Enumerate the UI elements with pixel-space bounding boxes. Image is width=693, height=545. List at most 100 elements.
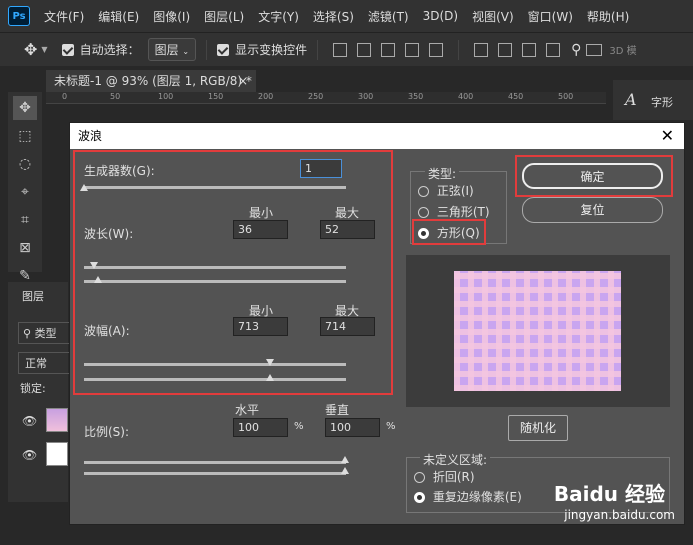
layers-tab[interactable]: 图层 [22, 288, 44, 304]
glyphs-panel-label: 字形 [651, 96, 673, 109]
layer-thumbnail[interactable] [46, 408, 68, 432]
mode-3d-label[interactable]: 3D 模 [609, 42, 636, 57]
crop-tool-icon[interactable]: ⌗ [13, 208, 37, 232]
type-option-sine[interactable]: 正弦(I) [418, 182, 474, 199]
chevron-down-icon[interactable]: ▼ [41, 45, 47, 54]
workspace-icon[interactable] [586, 43, 603, 56]
amplitude-min-slider-track[interactable] [84, 363, 346, 366]
type-option-label: 方形(Q) [436, 226, 480, 240]
radio-button[interactable] [418, 186, 429, 197]
align-top-icon[interactable] [333, 42, 348, 57]
randomize-button[interactable]: 随机化 [508, 415, 568, 441]
undefined-option-label: 折回(R) [432, 470, 475, 484]
generators-label: 生成器数(G): [84, 164, 155, 178]
wavelength-max-slider-track[interactable] [84, 280, 346, 283]
show-transform-checkbox[interactable] [217, 43, 230, 56]
undefined-option-repeat[interactable]: 重复边缘像素(E) [414, 488, 522, 505]
scale-horizontal-slider-track[interactable] [84, 461, 346, 464]
amplitude-max-slider-thumb[interactable] [266, 374, 274, 381]
wavelength-min-input[interactable]: 36 [233, 220, 288, 239]
lasso-tool-icon[interactable]: ◌ [13, 152, 37, 176]
layer-kind-label: 类型 [34, 327, 57, 340]
auto-select-dropdown[interactable]: 图层 ⌄ [147, 38, 197, 61]
menu-type[interactable]: 文字(Y) [258, 8, 299, 25]
close-icon[interactable]: × [238, 70, 248, 92]
close-icon[interactable]: ✕ [661, 123, 674, 149]
divider [317, 39, 319, 60]
scale-horizontal-input[interactable]: 100 [233, 418, 288, 437]
menu-window[interactable]: 窗口(W) [528, 8, 573, 25]
menu-layer[interactable]: 图层(L) [204, 8, 244, 25]
align-center-icon[interactable] [429, 42, 444, 57]
menu-select[interactable]: 选择(S) [313, 8, 354, 25]
menu-view[interactable]: 视图(V) [472, 8, 514, 25]
scale-horizontal-percent: % [294, 421, 304, 432]
frame-tool-icon[interactable]: ⊠ [13, 236, 37, 260]
wavelength-min-slider-thumb[interactable] [90, 262, 98, 269]
amplitude-min-slider-thumb[interactable] [266, 359, 274, 366]
scale-horizontal-slider-thumb[interactable] [341, 456, 349, 463]
glyph-icon: A [625, 90, 637, 109]
layer-kind-filter[interactable]: ⚲ 类型 [18, 322, 70, 344]
show-transform-label: 显示变换控件 [235, 43, 308, 57]
quick-select-tool-icon[interactable]: ⌖ [13, 180, 37, 204]
menu-edit[interactable]: 编辑(E) [98, 8, 139, 25]
amplitude-max-slider-track[interactable] [84, 378, 346, 381]
menu-help[interactable]: 帮助(H) [587, 8, 629, 25]
scale-vertical-slider-track[interactable] [84, 472, 346, 475]
generators-slider-thumb[interactable] [80, 184, 88, 191]
menu-file[interactable]: 文件(F) [44, 8, 84, 25]
align-middle-icon[interactable] [357, 42, 372, 57]
distribute-top-icon[interactable] [474, 42, 489, 57]
generators-slider-track[interactable] [84, 186, 346, 189]
generators-input[interactable]: 1 [300, 159, 342, 178]
eye-icon[interactable]: 👁 [22, 414, 37, 428]
radio-button-selected[interactable] [414, 492, 425, 503]
move-tool-icon[interactable]: ✥ [13, 96, 37, 120]
scale-vertical-input[interactable]: 100 [325, 418, 380, 437]
distribute-middle-icon[interactable] [498, 42, 513, 57]
layer-thumbnail[interactable] [46, 442, 68, 466]
reset-button[interactable]: 复位 [522, 197, 663, 223]
scale-horizontal-label: 水平 [235, 403, 260, 417]
menu-filter[interactable]: 滤镜(T) [368, 8, 409, 25]
type-option-square[interactable]: 方形(Q) [418, 224, 480, 241]
ruler-number: 300 [358, 92, 374, 101]
undefined-option-wrap[interactable]: 折回(R) [414, 468, 475, 485]
distribute-left-icon[interactable] [546, 42, 561, 57]
scale-vertical-slider-thumb[interactable] [341, 467, 349, 474]
radio-button[interactable] [414, 472, 425, 483]
document-tab-title: 未标题-1 @ 93% (图层 1, RGB/8) * [54, 74, 252, 88]
ok-button[interactable]: 确定 [522, 163, 663, 189]
glyphs-panel[interactable]: A 字形 [613, 80, 693, 120]
ruler-number: 500 [558, 92, 574, 101]
align-bottom-icon[interactable] [381, 42, 396, 57]
align-left-icon[interactable] [405, 42, 420, 57]
eye-icon[interactable]: 👁 [22, 448, 37, 462]
wavelength-max-label: 最大 [335, 206, 360, 220]
auto-select-checkbox[interactable] [61, 43, 74, 56]
menu-image[interactable]: 图像(I) [153, 8, 190, 25]
document-tab[interactable]: 未标题-1 @ 93% (图层 1, RGB/8) * × [46, 70, 256, 92]
search-icon[interactable]: ⚲ [571, 42, 581, 58]
radio-button[interactable] [418, 207, 429, 218]
lock-label: 锁定: [20, 382, 46, 395]
move-tool-icon[interactable]: ✥ [24, 40, 37, 59]
wavelength-max-input[interactable]: 52 [320, 220, 375, 239]
distribute-bottom-icon[interactable] [522, 42, 537, 57]
wavelength-min-slider-track[interactable] [84, 266, 346, 269]
menu-bar: Ps 文件(F) 编辑(E) 图像(I) 图层(L) 文字(Y) 选择(S) 滤… [0, 0, 693, 32]
marquee-tool-icon[interactable]: ⬚ [13, 124, 37, 148]
wavelength-max-slider-thumb[interactable] [94, 276, 102, 283]
type-option-triangle[interactable]: 三角形(T) [418, 203, 490, 220]
amplitude-min-input[interactable]: 713 [233, 317, 288, 336]
menu-3d[interactable]: 3D(D) [423, 9, 458, 23]
amplitude-max-input[interactable]: 714 [320, 317, 375, 336]
type-option-label: 三角形(T) [436, 205, 490, 219]
wave-filter-dialog: 波浪 ✕ 生成器数(G): 1 最小 最大 波长(W): 36 52 最小 最大… [69, 122, 685, 525]
divider [206, 39, 208, 60]
blend-mode-dropdown[interactable]: 正常 [18, 352, 70, 374]
radio-button-selected[interactable] [418, 228, 429, 239]
photoshop-logo-icon: Ps [8, 6, 30, 26]
preview-image [454, 271, 621, 391]
